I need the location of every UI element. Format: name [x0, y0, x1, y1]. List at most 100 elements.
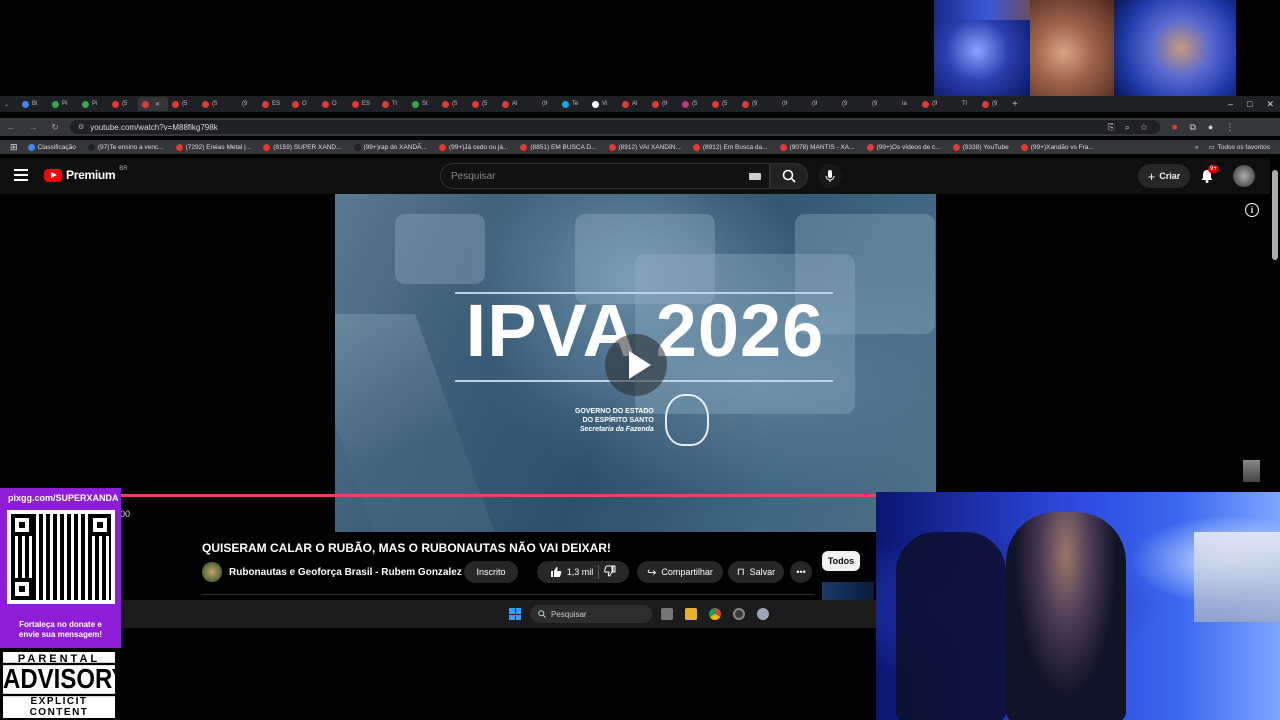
channel-name[interactable]: Rubonautas e Geoforça Brasil - Rubem Gon…: [229, 567, 474, 578]
app-icon[interactable]: [733, 608, 745, 620]
browser-tab[interactable]: ia: [888, 97, 918, 111]
browser-tab[interactable]: Tr: [378, 97, 408, 111]
install-icon[interactable]: ⎘: [1108, 122, 1115, 133]
create-button[interactable]: + Criar: [1138, 164, 1190, 188]
bookmark-item[interactable]: (99+)Xandão vs Fra...: [1020, 143, 1094, 151]
browser-menu-icon[interactable]: ⋮: [1225, 122, 1234, 133]
browser-tab[interactable]: ES: [258, 97, 288, 111]
browser-tab[interactable]: (9: [978, 97, 1008, 111]
channel-avatar[interactable]: [202, 562, 222, 582]
browser-tab[interactable]: Pi: [78, 97, 108, 111]
info-icon[interactable]: i: [1245, 203, 1259, 217]
bookmark-item[interactable]: Classificação: [27, 143, 76, 151]
browser-tab[interactable]: (9: [648, 97, 678, 111]
side-thumbnail[interactable]: [1243, 460, 1260, 482]
minimize-button[interactable]: –: [1228, 96, 1233, 112]
browser-tab[interactable]: (5: [108, 97, 138, 111]
browser-tab[interactable]: (5: [438, 97, 468, 111]
browser-tab[interactable]: (5: [198, 97, 228, 111]
all-favorites-folder[interactable]: ▭ Todos os favoritos: [1208, 143, 1280, 152]
windows-start-icon[interactable]: [509, 608, 521, 620]
site-info-icon[interactable]: ⚙: [78, 123, 84, 131]
dislike-button[interactable]: [604, 565, 616, 579]
more-actions-button[interactable]: •••: [790, 561, 812, 583]
bookmark-item[interactable]: (8851) EM BUSCA D...: [520, 143, 597, 151]
settings-icon[interactable]: [757, 608, 769, 620]
browser-tab[interactable]: Al: [498, 97, 528, 111]
forward-icon[interactable]: →: [22, 122, 44, 132]
file-explorer-icon[interactable]: [685, 608, 697, 620]
bookmark-item[interactable]: (99+)Os vídeos de c...: [866, 143, 941, 151]
extensions-icon[interactable]: ⧉: [1189, 122, 1195, 133]
browser-tab[interactable]: (9: [228, 97, 258, 111]
search-input[interactable]: Pesquisar: [440, 163, 770, 189]
task-view-icon[interactable]: [661, 608, 673, 620]
browser-tab[interactable]: Bi: [18, 97, 48, 111]
url-field[interactable]: ⚙ youtube.com/watch?v=M88fikg798k ⎘ ⌕ ☆: [70, 120, 1160, 134]
browser-tab[interactable]: O: [288, 97, 318, 111]
bookmark-item[interactable]: (97)Te ensino a venc...: [87, 143, 164, 151]
bookmark-item[interactable]: (8159) SUPER XAND...: [263, 143, 342, 151]
subscribed-button[interactable]: Inscrito: [464, 561, 518, 583]
keyboard-icon[interactable]: [749, 173, 761, 180]
maximize-button[interactable]: □: [1247, 96, 1252, 112]
bookmark-favicon-icon: [608, 143, 616, 151]
share-button[interactable]: ↪ Compartilhar: [637, 561, 723, 583]
youtube-header: Premium BR Pesquisar + Criar 9+: [0, 158, 1270, 194]
like-button[interactable]: 1,3 mil: [550, 566, 593, 578]
close-tab-icon[interactable]: ✕: [155, 101, 160, 108]
browser-tab[interactable]: ✕: [138, 97, 168, 111]
browser-tab[interactable]: (9: [828, 97, 858, 111]
chrome-icon[interactable]: [709, 608, 721, 620]
browser-tab[interactable]: (9: [738, 97, 768, 111]
video-progress-bar[interactable]: [120, 494, 876, 497]
browser-tab[interactable]: Te: [558, 97, 588, 111]
browser-tab[interactable]: (5: [708, 97, 738, 111]
tab-list-button[interactable]: ⌄: [0, 97, 18, 111]
browser-tab[interactable]: (9: [798, 97, 828, 111]
star-icon[interactable]: ☆: [1140, 122, 1148, 133]
browser-tab[interactable]: (5: [168, 97, 198, 111]
filter-chip-all[interactable]: Todos: [822, 551, 860, 571]
browser-tab[interactable]: Tl: [948, 97, 978, 111]
browser-tab[interactable]: (9: [768, 97, 798, 111]
bookmark-item[interactable]: (9078) MANTIS - XA...: [779, 143, 855, 151]
hamburger-menu-icon[interactable]: [14, 169, 28, 181]
recommended-thumbnail[interactable]: [822, 582, 874, 600]
account-avatar[interactable]: [1233, 165, 1255, 187]
search-button[interactable]: [770, 163, 808, 189]
bookmark-item[interactable]: (99+)rap do XANDÃ...: [353, 143, 427, 151]
browser-tab[interactable]: (5: [678, 97, 708, 111]
bookmarks-overflow-icon[interactable]: »: [1195, 144, 1199, 151]
play-button[interactable]: [605, 334, 667, 396]
browser-tab[interactable]: (9: [858, 97, 888, 111]
bookmark-item[interactable]: (7292) Enéas Metal |...: [175, 143, 251, 151]
back-icon[interactable]: ←: [0, 122, 22, 132]
extension-icon[interactable]: ■: [1172, 122, 1177, 133]
voice-search-button[interactable]: [818, 164, 842, 188]
page-scrollbar[interactable]: [1272, 170, 1278, 260]
browser-tab[interactable]: (5: [468, 97, 498, 111]
new-tab-button[interactable]: +: [1008, 97, 1038, 111]
browser-tab[interactable]: Pi: [48, 97, 78, 111]
save-button[interactable]: ⊓ Salvar: [728, 561, 784, 583]
taskbar-search[interactable]: Pesquisar: [530, 605, 652, 623]
video-player[interactable]: IPVA 2026 GOVERNO DO ESTADO DO ESPÍRITO …: [335, 194, 936, 532]
bookmark-item[interactable]: (8912) Em Busca da...: [692, 143, 768, 151]
close-window-button[interactable]: ✕: [1266, 96, 1274, 112]
bookmark-item[interactable]: (99+)Já cedo ou já...: [438, 143, 508, 151]
youtube-premium-logo[interactable]: Premium BR: [44, 166, 128, 182]
browser-tab[interactable]: St: [408, 97, 438, 111]
reload-icon[interactable]: ↻: [44, 122, 66, 133]
browser-tab[interactable]: Al: [618, 97, 648, 111]
profile-icon[interactable]: ●: [1208, 122, 1213, 133]
browser-tab[interactable]: ES: [348, 97, 378, 111]
bookmark-item[interactable]: (9338) YouTube: [952, 143, 1009, 151]
browser-tab[interactable]: (9: [528, 97, 558, 111]
browser-tab[interactable]: O: [318, 97, 348, 111]
browser-tab[interactable]: (9: [918, 97, 948, 111]
browser-tab[interactable]: Vi: [588, 97, 618, 111]
apps-grid-icon[interactable]: ⊞: [10, 142, 18, 153]
zoom-icon[interactable]: ⌕: [1125, 122, 1130, 133]
bookmark-item[interactable]: (8912) VAI XANDIN...: [608, 143, 681, 151]
